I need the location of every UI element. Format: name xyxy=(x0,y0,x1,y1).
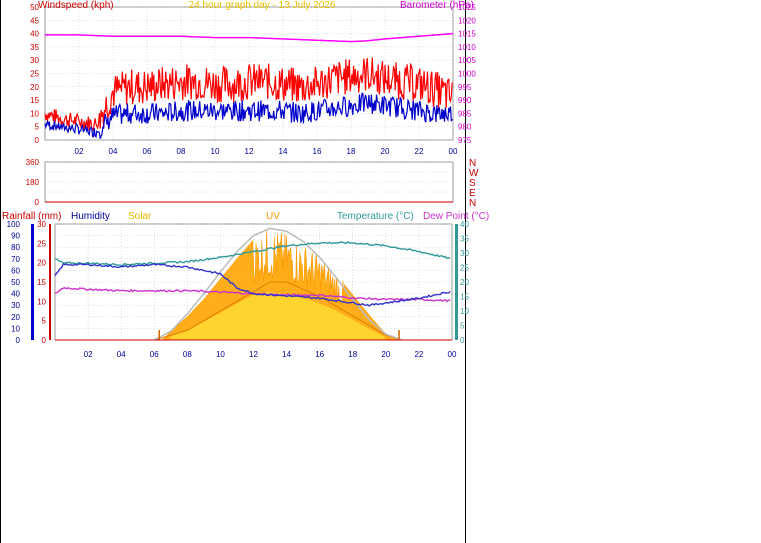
weather-x-tick-label: 06 xyxy=(150,350,159,359)
barometer-y-tick-label: 1010 xyxy=(458,43,476,52)
humidity-y-tick-label: 50 xyxy=(11,278,20,287)
temperature-y-tick-label: 35 xyxy=(460,235,469,244)
humidity-y-tick-label: 0 xyxy=(16,336,21,345)
wind-x-tick-label: 12 xyxy=(245,147,254,156)
weather-x-ticks: 02 04 06 08 10 12 14 16 18 20 22 00 xyxy=(84,350,457,359)
wind-x-tick-label: 02 xyxy=(75,147,84,156)
weather-x-tick-label: 10 xyxy=(216,350,225,359)
wind-x-tick-label: 14 xyxy=(279,147,288,156)
barometer-y-tick-label: 1000 xyxy=(458,70,476,79)
compass-label: N xyxy=(469,198,476,209)
temperature-y-tick-label: 15 xyxy=(460,293,469,302)
wind-y-tick-label: 5 xyxy=(35,123,40,132)
rainfall-axis-bar xyxy=(49,224,51,340)
weather-panel: 0102030405060708090100 051015202530 0510… xyxy=(2,211,489,359)
barometer-y-ticks: 975980985990995100010051010101510201025 xyxy=(458,3,476,145)
humidity-y-ticks: 0102030405060708090100 xyxy=(7,220,21,345)
legend-solar: Solar xyxy=(128,211,152,222)
weather-legend: Rainfall (mm) Humidity Solar UV Temperat… xyxy=(2,211,489,222)
barometer-y-tick-label: 985 xyxy=(458,109,472,118)
weather-x-tick-label: 14 xyxy=(282,350,291,359)
direction-y-tick-label: 0 xyxy=(35,198,40,207)
wind-y-tick-label: 0 xyxy=(35,136,40,145)
weather-chart: 05101520253035404550 9759809859909951000… xyxy=(0,0,489,543)
wind-x-tick-label: 18 xyxy=(347,147,356,156)
rainfall-y-ticks: 051015202530 xyxy=(37,220,46,345)
weather-x-tick-label: 08 xyxy=(183,350,192,359)
humidity-y-tick-label: 60 xyxy=(11,266,20,275)
wind-x-tick-label: 10 xyxy=(211,147,220,156)
temperature-y-tick-label: 5 xyxy=(460,322,465,331)
weather-x-tick-label: 16 xyxy=(315,350,324,359)
weather-x-tick-label: 12 xyxy=(249,350,258,359)
temperature-y-tick-label: 0 xyxy=(460,336,465,345)
weather-x-tick-label: 00 xyxy=(448,350,457,359)
wind-y-tick-label: 20 xyxy=(30,83,39,92)
wind-x-tick-label: 06 xyxy=(143,147,152,156)
legend-temperature: Temperature (°C) xyxy=(337,211,414,222)
rainfall-y-tick-label: 15 xyxy=(37,278,46,287)
temperature-axis-bar xyxy=(455,224,458,340)
weather-x-tick-label: 22 xyxy=(414,350,423,359)
wind-x-tick-label: 04 xyxy=(109,147,118,156)
wind-y-tick-label: 30 xyxy=(30,56,39,65)
rainfall-y-tick-label: 10 xyxy=(37,297,46,306)
temperature-y-ticks: 0510152025303540 xyxy=(460,220,469,345)
wind-y-tick-label: 45 xyxy=(30,16,39,25)
humidity-y-tick-label: 10 xyxy=(11,324,20,333)
chart-title: 24 hour graph day - 13 July 2026 xyxy=(189,0,336,11)
barometer-y-tick-label: 980 xyxy=(458,123,472,132)
weather-x-tick-label: 02 xyxy=(84,350,93,359)
barometer-y-tick-label: 990 xyxy=(458,96,472,105)
wind-y-tick-label: 25 xyxy=(30,70,39,79)
humidity-y-tick-label: 70 xyxy=(11,255,20,264)
direction-y-tick-label: 180 xyxy=(26,178,40,187)
wind-y-ticks: 05101520253035404550 xyxy=(30,3,39,145)
wind-x-tick-label: 08 xyxy=(177,147,186,156)
legend-uv: UV xyxy=(266,211,280,222)
direction-y-ticks: 0 180 360 xyxy=(26,158,40,207)
humidity-y-tick-label: 90 xyxy=(11,232,20,241)
direction-y-tick-label: 360 xyxy=(26,158,40,167)
temperature-y-tick-label: 25 xyxy=(460,264,469,273)
barometer-y-tick-label: 1005 xyxy=(458,56,476,65)
humidity-y-tick-label: 30 xyxy=(11,301,20,310)
temperature-y-tick-label: 10 xyxy=(460,307,469,316)
humidity-y-tick-label: 40 xyxy=(11,290,20,299)
weather-x-tick-label: 20 xyxy=(381,350,390,359)
humidity-y-tick-label: 80 xyxy=(11,243,20,252)
weather-x-tick-label: 18 xyxy=(348,350,357,359)
barometer-y-tick-label: 975 xyxy=(458,136,472,145)
compass-labels: NWSEN xyxy=(469,158,479,209)
wind-x-tick-label: 22 xyxy=(415,147,424,156)
wind-x-tick-label: 16 xyxy=(313,147,322,156)
barometer-y-tick-label: 995 xyxy=(458,83,472,92)
legend-humidity: Humidity xyxy=(71,211,110,222)
legend-rainfall: Rainfall (mm) xyxy=(2,211,61,222)
windspeed-axis-label: Windspeed (kph) xyxy=(38,0,114,11)
wind-y-tick-label: 35 xyxy=(30,43,39,52)
weather-x-tick-label: 04 xyxy=(117,350,126,359)
wind-panel: 05101520253035404550 9759809859909951000… xyxy=(30,0,476,156)
wind-x-tick-label: 20 xyxy=(381,147,390,156)
barometer-y-tick-label: 1020 xyxy=(458,16,476,25)
rainfall-y-tick-label: 20 xyxy=(37,259,46,268)
barometer-axis-label: Barometer (hPa) xyxy=(400,0,474,11)
wind-y-tick-label: 10 xyxy=(30,109,39,118)
wind-y-tick-label: 15 xyxy=(30,96,39,105)
rainfall-y-tick-label: 0 xyxy=(42,336,47,345)
legend-dew-point: Dew Point (°C) xyxy=(423,211,489,222)
wind-x-tick-label: 00 xyxy=(449,147,458,156)
humidity-axis-bar xyxy=(31,224,34,340)
rainfall-y-tick-label: 5 xyxy=(42,317,47,326)
temperature-y-tick-label: 30 xyxy=(460,249,469,258)
direction-panel: 0 180 360 NWSEN xyxy=(26,158,479,209)
wind-x-ticks: 02 04 06 08 10 12 14 16 18 20 22 00 xyxy=(75,147,458,156)
wind-y-tick-label: 40 xyxy=(30,30,39,39)
temperature-y-tick-label: 20 xyxy=(460,278,469,287)
humidity-y-tick-label: 20 xyxy=(11,313,20,322)
barometer-y-tick-label: 1015 xyxy=(458,30,476,39)
rainfall-y-tick-label: 25 xyxy=(37,239,46,248)
